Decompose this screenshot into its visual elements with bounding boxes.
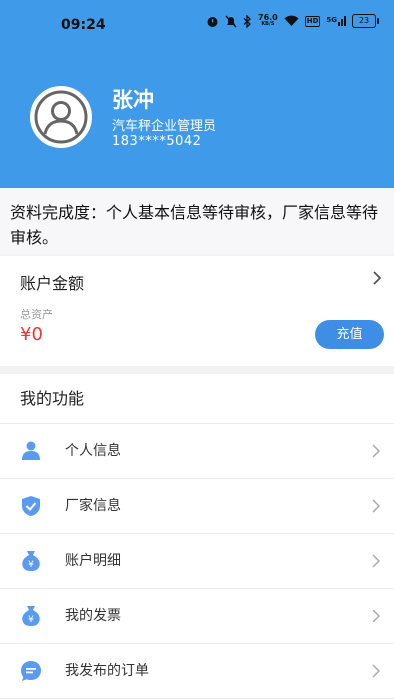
alarm-icon (207, 16, 218, 27)
recharge-button[interactable]: 充值 (315, 320, 384, 349)
user-role: 汽车秤企业管理员 (112, 119, 217, 134)
account-title: 账户金额 (20, 274, 85, 293)
status-icons: 76.0 KB/S HD 5G 23 (206, 13, 380, 28)
chevron-right-icon (372, 499, 380, 513)
menu-item-label: 我的发票 (65, 608, 121, 624)
menu-item-label: 厂家信息 (65, 498, 121, 514)
mute-bell-icon (225, 15, 237, 27)
menu-item-my-invoices[interactable]: ¥ 我的发票 (0, 589, 394, 644)
menu-item-label: 我发布的订单 (65, 663, 149, 679)
chevron-right-icon (372, 664, 380, 678)
person-icon (22, 441, 40, 460)
user-name: 张冲 (112, 88, 154, 112)
battery-icon: 23 (352, 14, 380, 28)
chevron-right-icon (372, 554, 380, 568)
menu-item-label: 个人信息 (65, 443, 121, 459)
wifi-icon (284, 15, 299, 26)
menu-item-manufacturer-info[interactable]: 厂家信息 (0, 479, 394, 534)
profile-completion-notice: 资料完成度：个人基本信息等待审核，厂家信息等待审核。 (0, 188, 394, 254)
features-title: 我的功能 (0, 374, 394, 424)
user-phone: 183****5042 (112, 134, 202, 149)
status-time: 09:24 (61, 17, 106, 33)
menu-item-label: 账户明细 (65, 553, 121, 569)
shield-check-icon (22, 496, 40, 516)
network-speed: 76.0 KB/S (258, 13, 278, 28)
account-section[interactable]: 账户金额 总资产 ¥0 充值 (0, 256, 394, 366)
total-assets-amount: ¥0 (20, 324, 43, 345)
chevron-right-icon (372, 609, 380, 623)
chevron-right-icon (372, 444, 380, 458)
status-bar: 09:24 76.0 KB/S HD 5G 23 (0, 0, 394, 50)
svg-text:¥: ¥ (28, 615, 34, 625)
money-bag-icon: ¥ (22, 606, 40, 626)
svg-text:¥: ¥ (28, 560, 34, 570)
hd-badge: HD (304, 15, 321, 27)
menu-item-personal-info[interactable]: 个人信息 (0, 424, 394, 479)
chat-bubble-icon (21, 661, 41, 681)
avatar[interactable] (30, 86, 92, 148)
menu-item-account-details[interactable]: ¥ 账户明细 (0, 534, 394, 589)
money-bag-icon: ¥ (22, 551, 40, 571)
features-section: 我的功能 个人信息 厂家信息 ¥ 账户明细 ¥ 我的发票 我发布的订单 (0, 374, 394, 700)
menu-item-my-published-orders[interactable]: 我发布的订单 (0, 644, 394, 699)
bluetooth-icon (243, 14, 251, 28)
total-assets-label: 总资产 (20, 308, 53, 321)
signal-icon: 5G (326, 16, 347, 26)
user-avatar-icon (34, 90, 88, 144)
profile-header: 09:24 76.0 KB/S HD 5G 23 张冲 汽车秤企业管理员 183… (0, 0, 394, 188)
chevron-right-icon[interactable] (372, 270, 382, 286)
